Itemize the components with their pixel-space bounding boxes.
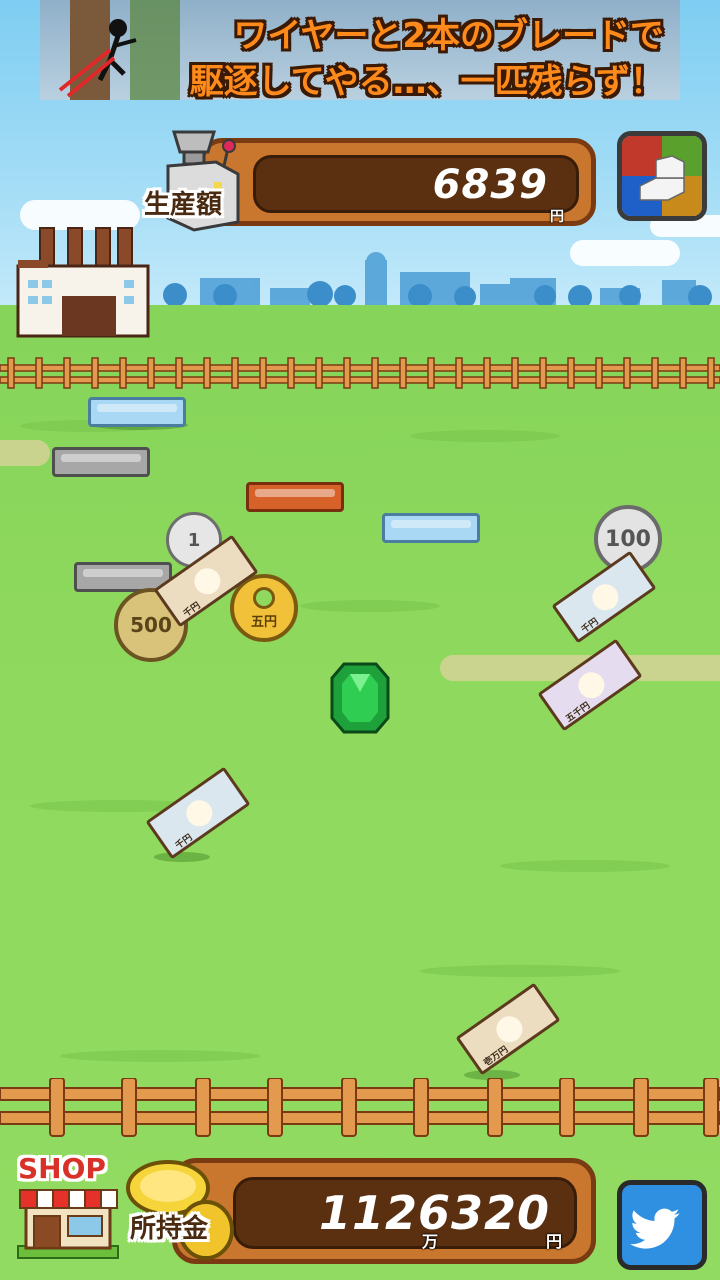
coin-hole xyxy=(253,586,275,609)
coin-1yen-label: 1 xyxy=(187,529,201,551)
grass-tuft xyxy=(60,1050,260,1062)
fence-bottom xyxy=(0,1078,720,1137)
money-unit-yen: 円 xyxy=(545,1232,562,1251)
production-panel: 6839 円 xyxy=(200,138,596,226)
ad-character-icon xyxy=(58,0,180,100)
shop-label[interactable]: SHOP xyxy=(18,1152,106,1185)
twitter-button[interactable] xyxy=(617,1180,707,1270)
ad-banner[interactable]: ワイヤーと2本のブレードで 駆逐してやる…、一匹残らず！ xyxy=(40,0,680,100)
silver-ingot[interactable] xyxy=(52,447,150,477)
money-label: 所持金 xyxy=(130,1214,209,1244)
menu-icon xyxy=(622,136,702,216)
note-portrait xyxy=(181,795,218,832)
twitter-bird-icon xyxy=(630,1208,680,1249)
ad-headline-2: 駆逐してやる…、一匹残らず！ xyxy=(189,62,664,100)
ad-headline-1: ワイヤーと2本のブレードで xyxy=(233,16,664,56)
dirt-path xyxy=(0,440,50,466)
game-screen: 1 500 五円 100 千円 千円 五千円 千円 壱万円 ワイヤーと2本のブレ… xyxy=(0,0,720,1280)
production-label: 生産額 xyxy=(144,190,223,220)
grass-tuft xyxy=(420,965,620,977)
note-portrait xyxy=(189,563,226,600)
ice-ingot[interactable] xyxy=(88,397,186,427)
grass-tuft xyxy=(300,600,440,612)
coin-5yen-label: 五円 xyxy=(250,614,277,630)
coin-100yen-label: 100 xyxy=(605,526,651,552)
production-display: 6839 円 xyxy=(253,155,579,225)
production-unit: 円 xyxy=(550,209,564,225)
coin-500yen-label: 500 xyxy=(130,613,172,637)
grass-tuft xyxy=(500,860,670,872)
copper-ingot[interactable] xyxy=(246,482,344,512)
menu-button[interactable] xyxy=(617,131,707,221)
production-value: 6839 xyxy=(432,162,548,208)
money-display: 1126320 万 円 xyxy=(233,1177,577,1251)
emerald-gem[interactable] xyxy=(330,662,390,734)
grass-tuft xyxy=(410,430,560,442)
ice-ingot[interactable] xyxy=(382,513,480,543)
money-unit-man: 万 xyxy=(422,1232,439,1251)
note-portrait xyxy=(491,1011,528,1048)
factory-icon xyxy=(16,227,150,338)
note-portrait xyxy=(573,667,610,704)
fence-top xyxy=(0,357,720,389)
note-portrait xyxy=(587,579,624,616)
item-shadow xyxy=(154,852,210,862)
